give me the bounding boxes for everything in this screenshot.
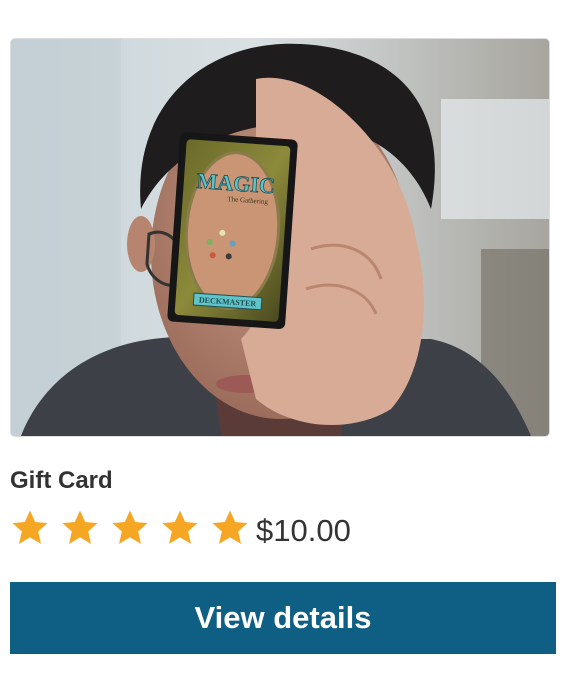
product-card: MAGIC The Gathering DECKMASTER Gift Card… — [0, 0, 564, 694]
star-icon — [62, 510, 98, 544]
product-title[interactable]: Gift Card — [10, 466, 113, 496]
star-icon — [162, 510, 198, 544]
star-icon — [112, 510, 148, 544]
product-price: $10.00 — [256, 513, 351, 548]
product-photo: MAGIC The Gathering DECKMASTER — [11, 39, 549, 436]
star-icon — [12, 510, 48, 544]
product-image[interactable]: MAGIC The Gathering DECKMASTER — [10, 38, 550, 437]
view-details-button[interactable]: View details — [10, 582, 556, 654]
rating-row: $10.00 — [10, 506, 351, 550]
star-icon — [212, 510, 248, 544]
star-rating — [10, 508, 256, 548]
